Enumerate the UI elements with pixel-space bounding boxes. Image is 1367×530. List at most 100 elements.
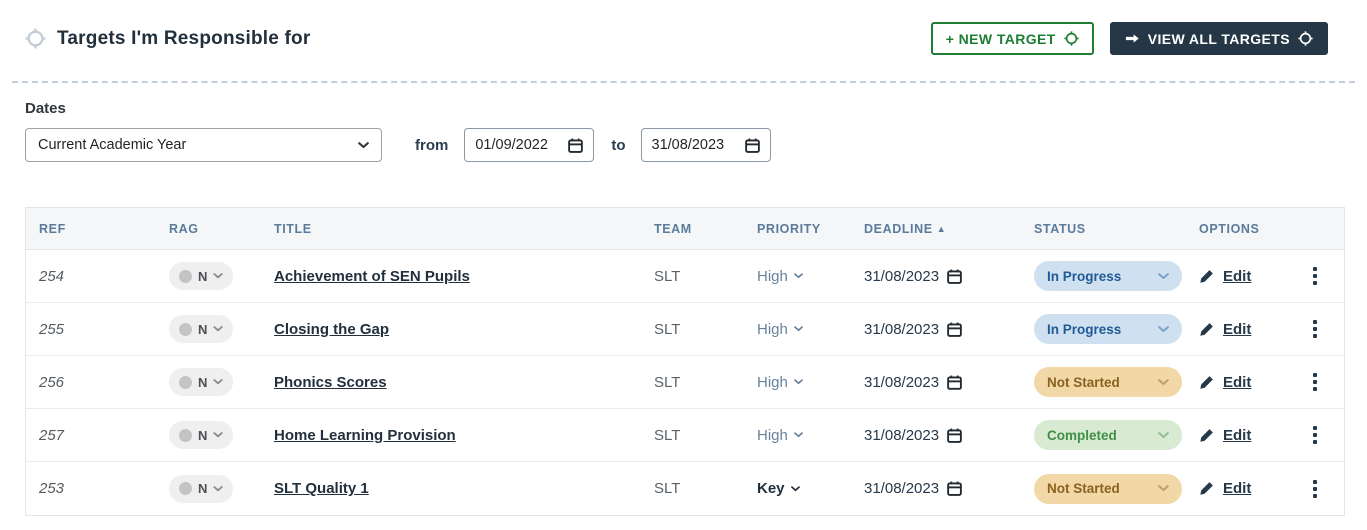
chevron-down-icon (793, 273, 803, 279)
column-header-ref[interactable]: REF (26, 222, 161, 236)
team-value: SLT (654, 267, 681, 285)
deadline-picker[interactable]: 31/08/2023 (864, 268, 962, 285)
chevron-down-icon (793, 379, 803, 385)
calendar-icon[interactable] (568, 137, 584, 153)
status-dropdown[interactable]: Completed (1034, 420, 1182, 450)
rag-dropdown[interactable]: N (169, 315, 234, 343)
status-value: In Progress (1047, 321, 1122, 337)
calendar-icon (947, 321, 962, 337)
kebab-dot (1313, 373, 1317, 377)
target-title-link[interactable]: Achievement of SEN Pupils (274, 268, 470, 285)
column-header-team[interactable]: TEAM (646, 222, 749, 236)
page-title-group: Targets I'm Responsible for (25, 28, 310, 50)
kebab-dot (1313, 274, 1317, 278)
priority-dropdown[interactable]: Key (757, 480, 800, 497)
pencil-icon[interactable] (1199, 428, 1214, 443)
priority-value: High (757, 426, 788, 444)
table-row: 257 N Home Learning Provision SLT High 3… (26, 409, 1344, 462)
edit-link[interactable]: Edit (1223, 268, 1251, 285)
pencil-icon[interactable] (1199, 322, 1214, 337)
ref-value: 254 (39, 267, 65, 285)
priority-dropdown[interactable]: High (757, 321, 803, 338)
to-date-value: 31/08/2023 (651, 137, 725, 153)
to-label: to (611, 136, 626, 154)
kebab-dot (1313, 320, 1317, 324)
status-dropdown[interactable]: In Progress (1034, 261, 1182, 291)
chevron-down-icon (1158, 378, 1169, 385)
chevron-down-icon (790, 485, 800, 491)
deadline-picker[interactable]: 31/08/2023 (864, 321, 962, 338)
from-date-input[interactable]: 01/09/2022 (464, 128, 595, 162)
kebab-menu-button[interactable] (1303, 369, 1327, 395)
rag-dropdown[interactable]: N (169, 474, 234, 503)
status-dropdown[interactable]: Not Started (1034, 473, 1182, 504)
new-target-button[interactable]: + NEW TARGET (930, 22, 1094, 55)
column-header-title[interactable]: TITLE (266, 222, 646, 236)
column-header-rag[interactable]: RAG (161, 222, 266, 236)
priority-value: High (757, 320, 788, 338)
kebab-dot (1313, 387, 1317, 391)
target-title-link[interactable]: Home Learning Provision (274, 427, 456, 444)
to-date-input[interactable]: 31/08/2023 (640, 128, 771, 162)
kebab-menu-button[interactable] (1303, 422, 1327, 448)
rag-value: N (198, 481, 208, 496)
calendar-icon (947, 374, 962, 390)
kebab-dot (1313, 380, 1317, 384)
deadline-picker[interactable]: 31/08/2023 (864, 480, 962, 497)
target-title-link[interactable]: Phonics Scores (274, 374, 387, 391)
target-title-link[interactable]: SLT Quality 1 (274, 480, 369, 497)
kebab-dot (1313, 486, 1317, 491)
date-range-select[interactable]: Current Academic Year (25, 128, 382, 162)
calendar-icon (947, 268, 962, 284)
target-title-link[interactable]: Closing the Gap (274, 321, 389, 338)
edit-link[interactable]: Edit (1223, 427, 1251, 444)
pencil-icon[interactable] (1199, 481, 1214, 496)
priority-value: High (757, 267, 788, 285)
edit-link[interactable]: Edit (1223, 480, 1251, 497)
rag-dropdown[interactable]: N (169, 421, 234, 449)
chevron-down-icon (793, 432, 803, 438)
kebab-dot (1313, 433, 1317, 437)
dates-filter-section: Dates Current Academic Year from 01/09/2… (0, 83, 1367, 162)
options-cell: Edit (1191, 321, 1286, 338)
kebab-menu-button[interactable] (1303, 476, 1327, 502)
priority-dropdown[interactable]: High (757, 268, 803, 285)
column-header-options[interactable]: OPTIONS (1191, 222, 1286, 236)
header-actions: + NEW TARGET VIEW ALL TARGETS (930, 22, 1328, 55)
deadline-value: 31/08/2023 (864, 426, 940, 444)
priority-value: Key (757, 480, 785, 497)
ref-value: 257 (39, 426, 65, 444)
kebab-dot (1313, 426, 1317, 430)
deadline-picker[interactable]: 31/08/2023 (864, 427, 962, 444)
edit-link[interactable]: Edit (1223, 321, 1251, 338)
column-header-status[interactable]: STATUS (1026, 222, 1191, 236)
pencil-icon[interactable] (1199, 375, 1214, 390)
calendar-icon[interactable] (744, 137, 760, 153)
kebab-menu-button[interactable] (1303, 263, 1327, 289)
status-dropdown[interactable]: In Progress (1034, 314, 1182, 344)
chevron-down-icon (1158, 325, 1169, 332)
kebab-dot (1313, 493, 1317, 498)
priority-dropdown[interactable]: High (757, 374, 803, 391)
page-title: Targets I'm Responsible for (57, 27, 311, 49)
column-header-priority[interactable]: PRIORITY (749, 222, 856, 236)
rag-dropdown[interactable]: N (169, 262, 234, 290)
chevron-down-icon (358, 141, 369, 148)
deadline-picker[interactable]: 31/08/2023 (864, 374, 962, 391)
column-header-deadline[interactable]: DEADLINE ▲ (856, 222, 1026, 236)
ref-value: 253 (39, 480, 65, 497)
edit-link[interactable]: Edit (1223, 374, 1251, 391)
options-cell: Edit (1191, 480, 1286, 497)
kebab-menu-button[interactable] (1303, 316, 1327, 342)
sort-ascending-icon: ▲ (936, 223, 947, 234)
view-all-targets-label: VIEW ALL TARGETS (1147, 30, 1290, 47)
priority-dropdown[interactable]: High (757, 427, 803, 444)
status-dropdown[interactable]: Not Started (1034, 367, 1182, 397)
view-all-targets-button[interactable]: VIEW ALL TARGETS (1109, 22, 1328, 55)
chevron-down-icon (1158, 485, 1169, 492)
target-icon (25, 28, 46, 49)
rag-value: N (198, 321, 208, 337)
pencil-icon[interactable] (1199, 269, 1214, 284)
dates-label: Dates (25, 100, 66, 117)
rag-dropdown[interactable]: N (169, 368, 234, 396)
